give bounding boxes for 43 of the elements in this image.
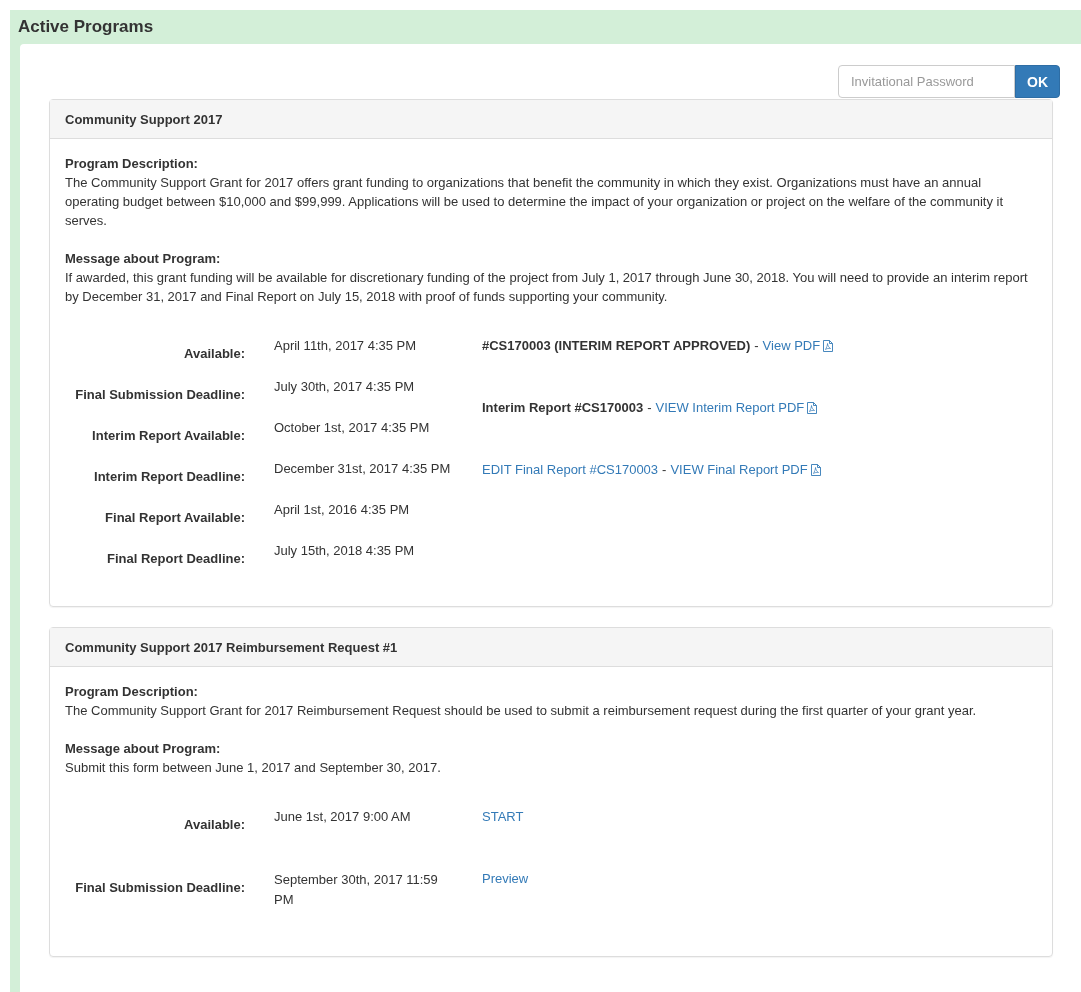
date-value: December 31st, 2017 4:35 PM [274,460,452,478]
section-label: Message about Program: [65,740,222,758]
program-description: The Community Support Grant for 2017 offers grant funding to organizations that benefit the community in which they exist. Organizations must have an annual operating budget between $10,000 and $99,999. Applications will be used to determine the impact of your organization or project on the welfare of the community it serves. [65,174,1005,230]
date-value: September 30th, 2017 11:59 PM [274,870,439,909]
separator: - [647,399,652,417]
report-status: #CS170003 (INTERIM REPORT APPROVED) [482,337,751,355]
pdf-link[interactable]: VIEW Final Report PDF [670,460,821,480]
section-label: Program Description: [65,683,199,701]
separator: - [662,461,667,479]
date-label: Interim Report Available: [91,427,245,445]
date-label: Final Submission Deadline: [74,878,245,897]
section-label: Message about Program: [65,250,222,268]
document-icon [807,402,818,414]
date-label: Final Submission Deadline: [74,386,245,404]
ok-button[interactable]: OK [1015,65,1060,98]
report-status: Interim Report #CS170003 [482,399,644,417]
date-value: April 1st, 2016 4:35 PM [274,501,411,519]
date-label: Interim Report Deadline: [93,468,245,486]
date-value: April 11th, 2017 4:35 PM [274,337,418,355]
date-value: July 15th, 2018 4:35 PM [274,542,416,560]
program-title: Community Support 2017 [65,111,223,127]
separator: - [754,337,759,355]
date-value: June 1st, 2017 9:00 AM [274,808,412,826]
action-link[interactable]: Preview [482,869,529,889]
program-title: Community Support 2017 Reimbursement Request #1 [65,639,398,655]
date-label: Final Report Deadline: [106,550,245,568]
panel-title: Active Programs [18,17,154,37]
document-icon [823,340,834,352]
pdf-link[interactable]: VIEW Interim Report PDF [655,398,818,418]
date-label: Final Report Available: [104,509,245,527]
action-link[interactable]: START [482,807,524,827]
document-icon [810,464,821,476]
date-value: July 30th, 2017 4:35 PM [274,378,416,396]
program-message: If awarded, this grant funding will be available for discretionary funding of the project from July 1, 2017 through June 30, 2018. You will need to provide an interim report by December 31, 2017 and Final Report on July 15, 2018 with proof of funds supporting your community. [65,269,1029,306]
password-field[interactable]: Invitational Password [838,65,1015,98]
date-value: October 1st, 2017 4:35 PM [274,419,431,437]
program-message: Submit this form between June 1, 2017 and September 30, 2017. [65,759,442,777]
pdf-link[interactable]: View PDF [762,336,834,356]
section-label: Program Description: [65,155,199,173]
action-link[interactable]: EDIT Final Report #CS170003 [482,460,659,480]
program-description: The Community Support Grant for 2017 Reimbursement Request should be used to submit a reimbursement request during the first quarter of your grant year. [65,702,978,720]
date-label: Available: [183,345,245,363]
date-label: Available: [183,816,245,834]
